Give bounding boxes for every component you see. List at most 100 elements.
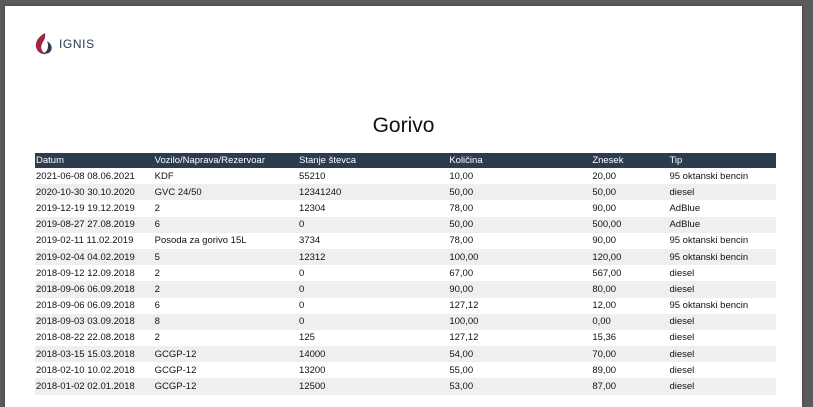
- cell-meter: 13200: [299, 364, 326, 376]
- cell-datum: 2019-02-11 11.02.2019: [36, 235, 134, 247]
- table-row: 2019-02-04 04.02.2019 5 12312 100,00 120,00 9…: [35, 248, 776, 266]
- cell-type: diesel: [669, 316, 695, 328]
- cell-type: diesel: [669, 186, 695, 198]
- table-header-row: Datum Vozilo/Naprava/Rezervoar Stanje št…: [35, 153, 776, 168]
- cell-quantity: 50,00: [449, 219, 474, 231]
- table-row: 2018-02-10 10.02.2018 GCGP-12 13200 55,00 89…: [35, 362, 776, 379]
- cell-amount: 120,00: [592, 251, 622, 263]
- cell-meter: 14000: [299, 348, 326, 360]
- table-row: 2019-08-27 27.08.2019 6 0 50,00 500,00 AdBlue: [35, 216, 776, 233]
- cell-vehicle: Posoda za gorivo 15L: [154, 235, 247, 247]
- table-row: 2019-02-11 11.02.2019 Posoda za gorivo 15…: [35, 232, 776, 249]
- table-row: 2018-03-15 15.03.2018 GCGP-12 14000 54,00 70…: [35, 346, 776, 363]
- cell-amount: 89,00: [592, 364, 617, 376]
- column-header-datum: Datum: [36, 155, 64, 166]
- cell-amount: 20,00: [592, 170, 617, 182]
- cell-quantity: 100,00: [449, 316, 479, 328]
- cell-meter: 125: [299, 332, 315, 344]
- brand-name: IGNIS: [59, 37, 95, 51]
- cell-datum: 2018-09-03 03.09.2018: [36, 316, 135, 328]
- cell-amount: 87,00: [592, 381, 617, 393]
- cell-vehicle: 2: [154, 283, 160, 295]
- cell-amount: 15,36: [592, 332, 617, 344]
- cell-meter: 12312: [299, 251, 326, 263]
- column-header-quantity: Količina: [449, 155, 483, 166]
- cell-vehicle: GCGP-12: [154, 364, 197, 376]
- cell-datum: 2019-02-04 04.02.2019: [36, 251, 135, 263]
- cell-type: diesel: [669, 381, 695, 393]
- cell-vehicle: 6: [154, 300, 160, 312]
- cell-amount: 567,00: [592, 267, 622, 279]
- cell-meter: 12304: [299, 202, 326, 214]
- cell-vehicle: GVC 24/50: [154, 186, 202, 198]
- cell-vehicle: KDF: [154, 170, 174, 182]
- cell-vehicle: 8: [154, 316, 160, 328]
- cell-amount: 50,00: [592, 186, 617, 198]
- cell-quantity: 90,00: [449, 283, 474, 295]
- cell-amount: 70,00: [592, 348, 617, 360]
- cell-datum: 2019-12-19 19.12.2019: [36, 202, 135, 214]
- cell-amount: 500,00: [592, 219, 622, 231]
- cell-meter: 12341240: [299, 186, 342, 198]
- fuel-table: Datum Vozilo/Naprava/Rezervoar Stanje št…: [35, 153, 776, 395]
- cell-meter: 0: [299, 316, 305, 328]
- cell-meter: 0: [299, 283, 305, 295]
- table-row: 2019-12-19 19.12.2019 2 12304 78,00 90,00 AdB…: [35, 200, 776, 217]
- flame-icon: [35, 33, 52, 55]
- cell-quantity: 67,00: [449, 267, 474, 279]
- cell-datum: 2018-09-12 12.09.2018: [36, 267, 135, 279]
- document-title: Gorivo: [372, 114, 435, 137]
- cell-type: diesel: [669, 332, 695, 344]
- table-row: 2018-09-03 03.09.2018 8 0 100,00 0,00 diesel: [35, 313, 776, 330]
- cell-quantity: 78,00: [449, 235, 474, 247]
- cell-quantity: 54,00: [449, 348, 474, 360]
- cell-datum: 2018-09-06 06.09.2018: [36, 283, 135, 295]
- column-header-type: Tip: [669, 155, 683, 166]
- cell-amount: 80,00: [592, 283, 617, 295]
- column-header-vehicle: Vozilo/Naprava/Rezervoar: [154, 155, 265, 166]
- cell-datum: 2018-02-10 10.02.2018: [36, 364, 135, 376]
- cell-datum: 2019-08-27 27.08.2019: [36, 219, 135, 231]
- table-row: 2018-09-12 12.09.2018 2 0 67,00 567,00 diesel: [35, 265, 776, 282]
- cell-amount: 90,00: [592, 235, 617, 247]
- cell-quantity: 50,00: [449, 186, 474, 198]
- cell-type: 95 oktanski bencin: [669, 251, 749, 263]
- document-page: IGNIS Gorivo Datum Vozilo/Naprava/Rezerv…: [5, 6, 802, 407]
- table-row: 2021-06-08 08.06.2021 KDF 55210 10,00 20,00 9…: [35, 168, 776, 185]
- cell-datum: 2018-01-02 02.01.2018: [36, 381, 135, 393]
- cell-vehicle: GCGP-12: [154, 348, 197, 360]
- cell-amount: 0,00: [592, 316, 611, 328]
- cell-meter: 0: [299, 300, 305, 312]
- cell-quantity: 127,12: [449, 300, 479, 312]
- cell-vehicle: 2: [154, 332, 160, 344]
- cell-quantity: 127,12: [449, 332, 479, 344]
- table-row: 2020-10-30 30.10.2020 GVC 24/50 12341240 50…: [35, 184, 776, 201]
- table-row: 2018-08-22 22.08.2018 2 125 127,12 15,36 dies…: [35, 329, 776, 347]
- cell-vehicle: 6: [154, 219, 160, 231]
- cell-quantity: 10,00: [449, 170, 474, 182]
- column-header-meter: Stanje števca: [299, 155, 357, 166]
- cell-meter: 12500: [299, 381, 326, 393]
- column-header-amount: Znesek: [592, 155, 624, 166]
- cell-meter: 0: [299, 267, 305, 279]
- cell-vehicle: 2: [154, 202, 160, 214]
- cell-vehicle: GCGP-12: [154, 381, 197, 393]
- cell-meter: 3734: [299, 235, 321, 247]
- cell-type: 95 oktanski bencin: [669, 300, 749, 312]
- cell-type: diesel: [669, 267, 695, 279]
- cell-type: diesel: [669, 283, 695, 295]
- cell-amount: 12,00: [592, 300, 617, 312]
- cell-datum: 2020-10-30 30.10.2020: [36, 186, 135, 198]
- cell-type: diesel: [669, 348, 695, 360]
- brand-logo: IGNIS: [34, 32, 95, 56]
- cell-quantity: 53,00: [449, 381, 474, 393]
- cell-vehicle: 2: [154, 267, 160, 279]
- cell-type: 95 oktanski bencin: [669, 170, 749, 182]
- cell-datum: 2018-09-06 06.09.2018: [36, 300, 135, 312]
- table-row: 2018-09-06 06.09.2018 6 0 127,12 12,00 95 okt…: [35, 297, 776, 314]
- cell-vehicle: 5: [154, 251, 160, 263]
- cell-quantity: 100,00: [449, 251, 479, 263]
- table-row: 2018-01-02 02.01.2018 GCGP-12 12500 53,00 87…: [35, 378, 776, 395]
- cell-datum: 2018-03-15 15.03.2018: [36, 348, 135, 360]
- cell-datum: 2021-06-08 08.06.2021: [36, 170, 135, 182]
